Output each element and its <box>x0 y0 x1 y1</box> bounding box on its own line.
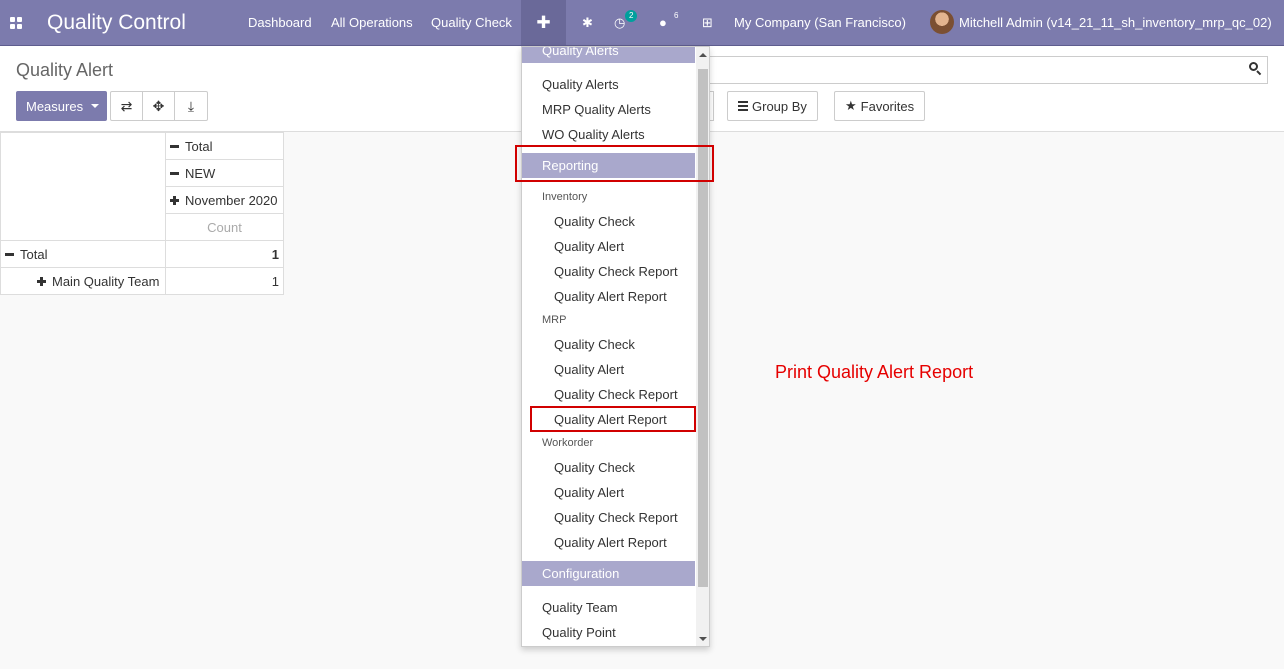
apps-menu-icon[interactable] <box>10 0 24 45</box>
menu-item-quality-point[interactable]: Quality Point <box>542 625 616 640</box>
pivot-col-header-new[interactable]: NEW <box>165 159 284 187</box>
menu-header-quality-alerts: Quality Alerts <box>522 47 695 63</box>
menu-item-wo-quality-alerts[interactable]: WO Quality Alerts <box>542 127 645 142</box>
menu-item-workorder-quality-alert[interactable]: Quality Alert <box>554 485 624 500</box>
messages-chat-icon[interactable]: ● <box>659 0 667 45</box>
flip-axis-icon[interactable]: ⇄ <box>111 92 143 120</box>
search-icon[interactable] <box>1249 62 1262 76</box>
minus-icon <box>170 144 179 148</box>
menu-item-inventory-quality-alert-report[interactable]: Quality Alert Report <box>554 289 667 304</box>
highlight-alert-report-box <box>530 406 696 432</box>
star-icon: ★ <box>845 98 857 113</box>
menu-item-inventory-quality-check[interactable]: Quality Check <box>554 214 635 229</box>
menu-header-configuration: Configuration <box>522 561 695 586</box>
menu-item-inventory-quality-check-report[interactable]: Quality Check Report <box>554 264 678 279</box>
menu-item-mrp-quality-alerts[interactable]: MRP Quality Alerts <box>542 102 651 117</box>
bug-icon[interactable]: ✱ <box>582 0 593 45</box>
plus-icon: ✚ <box>536 12 551 32</box>
pivot-tools: ⇄ ✥ ⤓ <box>110 91 208 121</box>
menu-item-mrp-quality-check-report[interactable]: Quality Check Report <box>554 387 678 402</box>
menu-group-mrp: MRP <box>542 314 567 326</box>
pivot-col-header-total[interactable]: Total <box>165 132 284 160</box>
menu-item-inventory-quality-alert[interactable]: Quality Alert <box>554 239 624 254</box>
measures-button[interactable]: Measures <box>16 91 107 121</box>
menu-group-inventory: Inventory <box>542 191 588 203</box>
group-by-button[interactable]: Group By <box>727 91 818 121</box>
pivot-col-header-month[interactable]: November 2020 <box>165 186 284 214</box>
user-menu[interactable]: Mitchell Admin (v14_21_11_sh_inventory_m… <box>959 0 1272 45</box>
pivot-cell[interactable]: 1 <box>165 267 284 295</box>
annotation-caption: Print Quality Alert Report <box>775 362 974 382</box>
nav-quality-check[interactable]: Quality Check <box>431 0 512 45</box>
download-icon[interactable]: ⤓ <box>175 92 207 120</box>
expand-all-icon[interactable]: ✥ <box>143 92 175 120</box>
activity-clock-icon[interactable]: ◷ <box>614 0 625 45</box>
user-avatar[interactable] <box>930 10 954 34</box>
plus-icon <box>170 195 179 205</box>
top-navbar: Quality Control Dashboard All Operations… <box>0 0 1284 46</box>
plus-icon <box>37 276 46 286</box>
gift-icon[interactable]: ⊞ <box>702 0 713 45</box>
search-input[interactable] <box>700 56 1268 84</box>
favorites-button[interactable]: ★ Favorites <box>834 91 926 121</box>
dropdown-scrollbar[interactable] <box>696 47 709 646</box>
scroll-up-arrow-icon[interactable] <box>699 53 707 57</box>
nav-all-operations[interactable]: All Operations <box>331 0 413 45</box>
menu-item-workorder-quality-alert-report[interactable]: Quality Alert Report <box>554 535 667 550</box>
pivot-corner <box>0 132 166 241</box>
bars-icon <box>738 99 748 113</box>
pivot-table: Total NEW November 2020 Count Total 1 Ma… <box>0 132 284 295</box>
measures-label: Measures <box>26 98 84 114</box>
pivot-cell[interactable]: 1 <box>165 240 284 268</box>
pivot-row-header-total[interactable]: Total <box>0 240 166 268</box>
highlight-reporting-box <box>515 145 714 182</box>
plus-menu-button[interactable]: ✚ <box>521 0 566 45</box>
plus-dropdown-menu: Quality Alerts Quality Alerts MRP Qualit… <box>521 46 710 647</box>
caret-down-icon <box>91 104 100 108</box>
menu-item-mrp-quality-alert[interactable]: Quality Alert <box>554 362 624 377</box>
menu-item-mrp-quality-check[interactable]: Quality Check <box>554 337 635 352</box>
company-switcher[interactable]: My Company (San Francisco) <box>734 0 906 45</box>
pivot-measure-header[interactable]: Count <box>165 213 284 241</box>
activity-count-badge: 2 <box>625 10 638 22</box>
menu-group-workorder: Workorder <box>542 437 594 449</box>
minus-icon <box>170 171 179 175</box>
menu-item-workorder-quality-check-report[interactable]: Quality Check Report <box>554 510 678 525</box>
messages-count-badge: 6 <box>674 11 679 20</box>
nav-dashboard[interactable]: Dashboard <box>248 0 312 45</box>
app-title[interactable]: Quality Control <box>47 0 186 45</box>
menu-item-workorder-quality-check[interactable]: Quality Check <box>554 460 635 475</box>
page-title: Quality Alert <box>16 60 114 80</box>
menu-item-quality-team[interactable]: Quality Team <box>542 600 618 615</box>
favorites-label: Favorites <box>860 98 915 114</box>
pivot-row-header-team[interactable]: Main Quality Team <box>0 267 166 295</box>
scroll-down-arrow-icon[interactable] <box>699 637 707 641</box>
minus-icon <box>5 252 14 256</box>
menu-item-quality-alerts[interactable]: Quality Alerts <box>542 77 619 92</box>
group-by-label: Group By <box>752 98 807 114</box>
